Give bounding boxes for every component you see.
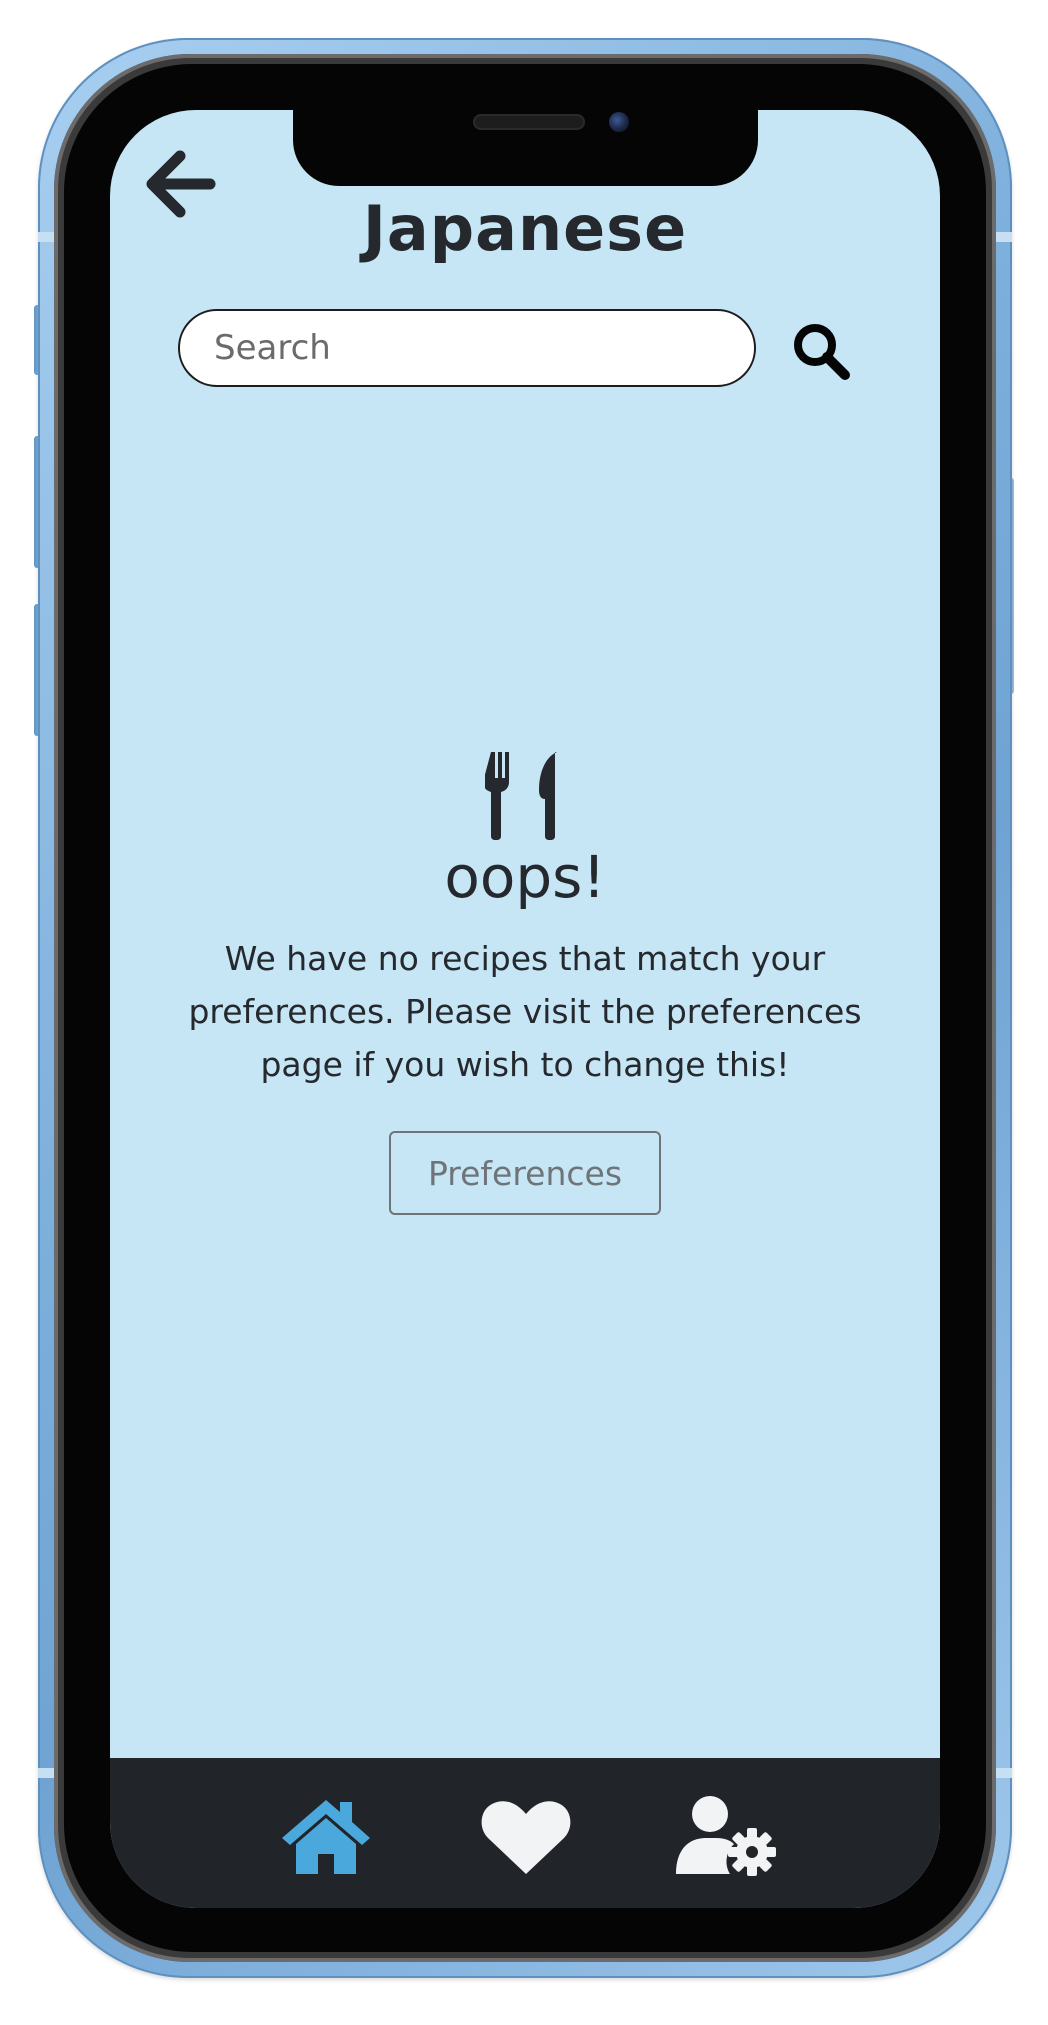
empty-state-heading: oops! <box>444 843 606 911</box>
notch <box>293 110 758 186</box>
empty-state: oops! We have no recipes that match your… <box>110 750 940 1215</box>
preferences-button[interactable]: Preferences <box>389 1131 661 1215</box>
bottom-navigation <box>110 1758 940 1908</box>
heart-icon <box>481 1801 571 1874</box>
page-title: Japanese <box>362 192 688 265</box>
home-icon <box>282 1800 370 1874</box>
user-settings-icon <box>676 1796 776 1876</box>
nav-item-profile-settings[interactable] <box>670 1794 790 1878</box>
search-input[interactable] <box>178 309 756 387</box>
app-screen: Japanese oops! We have no recipes that m… <box>110 110 940 1908</box>
device-mockup: Japanese oops! We have no recipes that m… <box>0 0 1048 2025</box>
utensils-icon <box>485 752 557 840</box>
search-icon <box>794 324 850 380</box>
empty-state-message: We have no recipes that match your prefe… <box>188 939 862 1084</box>
search-button[interactable] <box>790 320 854 384</box>
front-camera <box>609 112 629 132</box>
nav-item-home[interactable] <box>276 1794 376 1878</box>
earpiece-speaker <box>473 114 585 130</box>
nav-item-favorites[interactable] <box>476 1794 576 1878</box>
